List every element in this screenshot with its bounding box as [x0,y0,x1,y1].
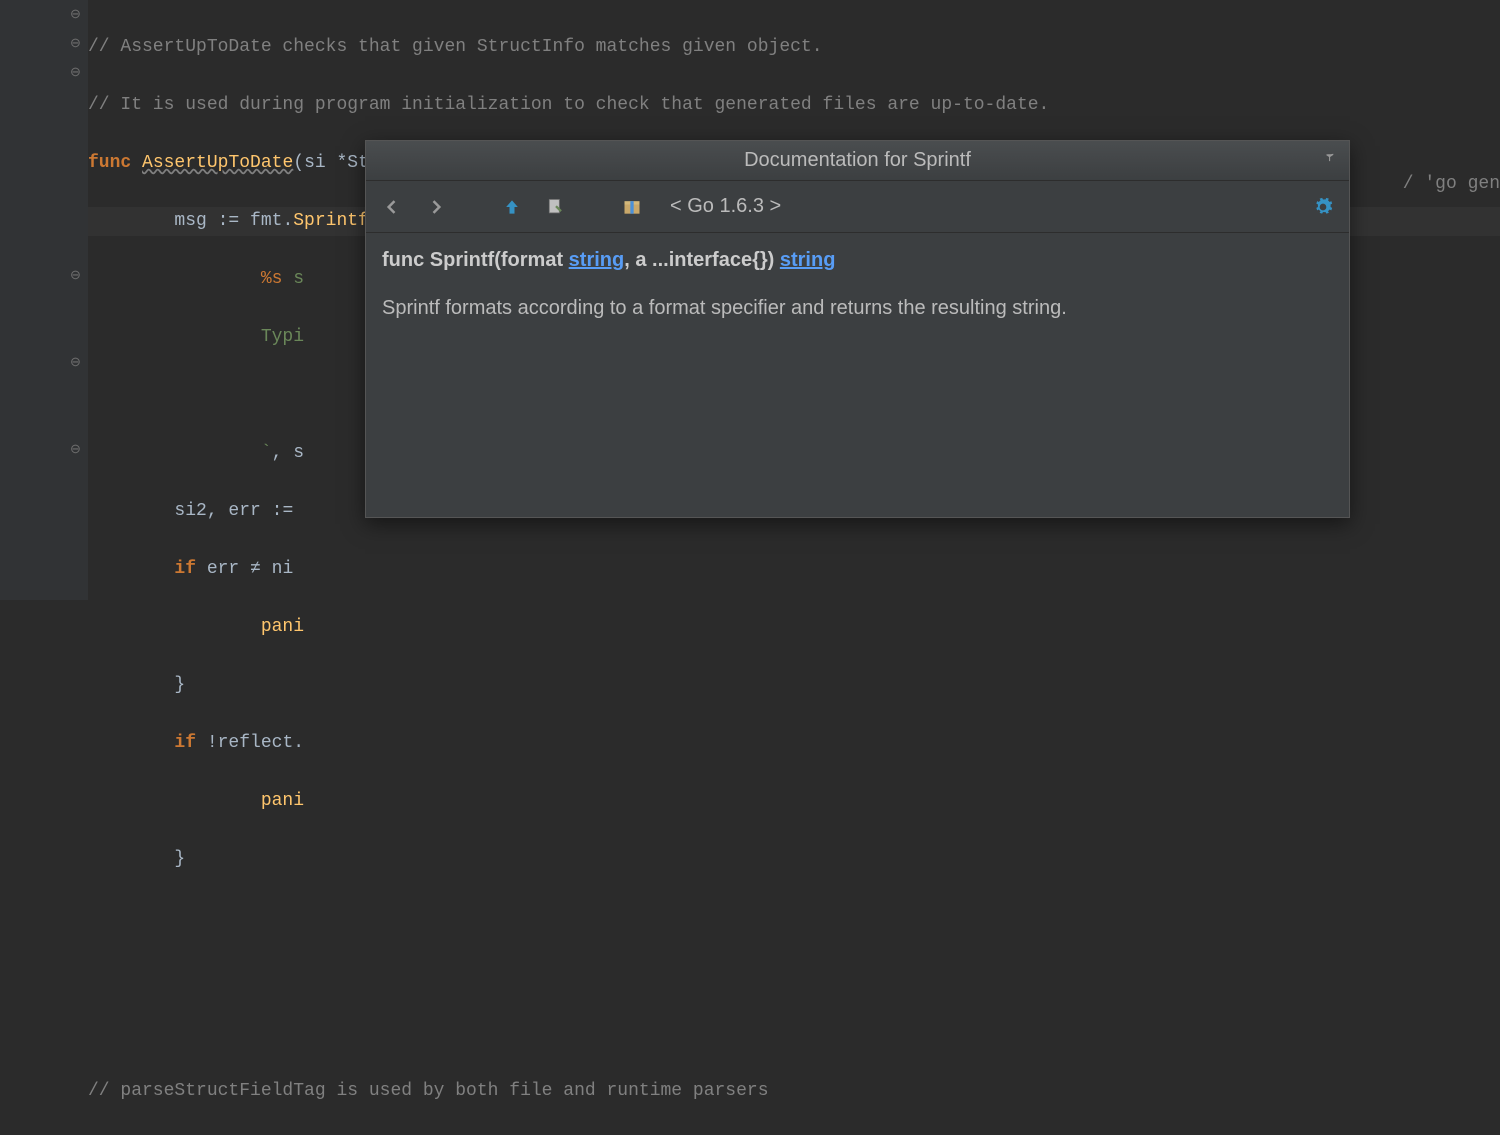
editor-gutter: ⊖ ⊖ ⊖ ⊖ ⊖ ⊖ [0,0,88,600]
function-name: AssertUpToDate [142,153,293,173]
documentation-popup: Documentation for Sprintf < Go 1.6.3 > f… [365,140,1350,518]
fold-marker-icon[interactable]: ⊖ [70,348,81,377]
doc-description: Sprintf formats according to a format sp… [382,293,1333,323]
fold-marker-icon[interactable]: ⊖ [70,29,81,58]
doc-title: Documentation for Sprintf [744,149,971,172]
keyword-func: func [88,153,131,173]
pin-icon[interactable] [1319,149,1337,172]
doc-context-label: < Go 1.6.3 > [670,195,781,218]
edit-source-icon[interactable] [544,195,568,219]
package-icon[interactable] [620,195,644,219]
nav-back-icon[interactable] [380,195,404,219]
nav-up-icon[interactable] [500,195,524,219]
doc-signature: func Sprintf(format string, a ...interfa… [382,245,1333,275]
fold-marker-icon[interactable]: ⊖ [70,261,81,290]
doc-body: func Sprintf(format string, a ...interfa… [366,233,1349,517]
doc-toolbar: < Go 1.6.3 > [366,181,1349,233]
fold-marker-icon[interactable]: ⊖ [70,58,81,87]
comment-line: // It is used during program initializat… [88,95,1049,115]
nav-forward-icon[interactable] [424,195,448,219]
type-link-string[interactable]: string [780,249,836,271]
gear-icon[interactable] [1311,195,1335,219]
call-sprintf: Sprintf [293,211,369,231]
fold-marker-icon[interactable]: ⊖ [70,435,81,464]
doc-titlebar: Documentation for Sprintf [366,141,1349,181]
fold-marker-icon[interactable]: ⊖ [70,0,81,29]
type-link-string[interactable]: string [569,249,625,271]
comment-line: // parseStructFieldTag is used by both f… [88,1081,769,1101]
comment-line: // AssertUpToDate checks that given Stru… [88,37,823,57]
truncated-comment: / 'go gen [1403,170,1500,199]
